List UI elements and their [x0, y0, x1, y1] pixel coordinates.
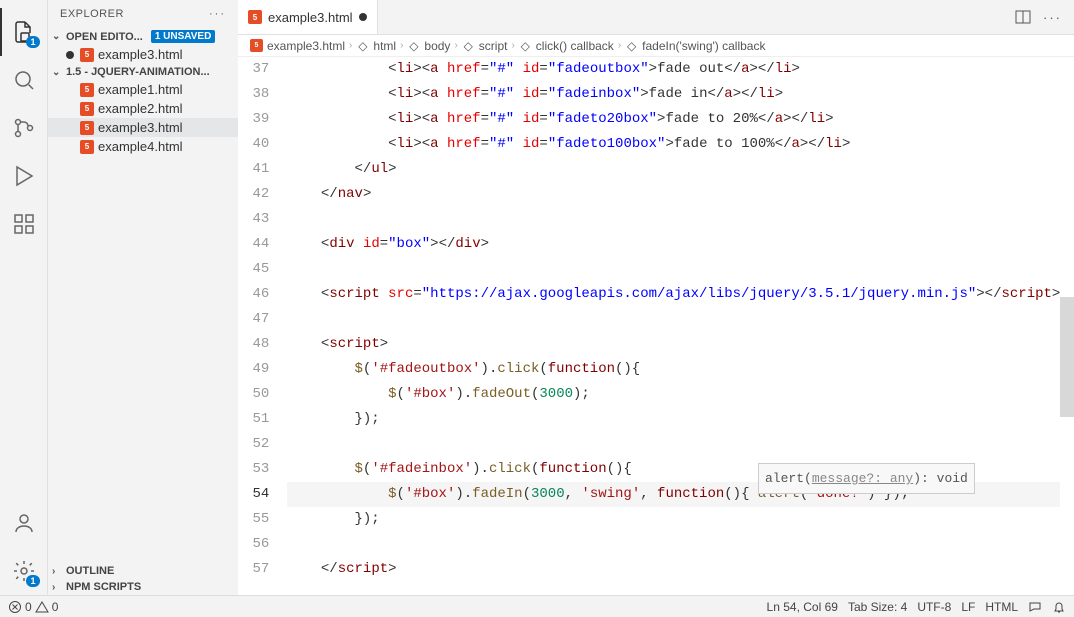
- eol-status[interactable]: LF: [961, 600, 975, 614]
- chevron-right-icon: ›: [52, 566, 62, 577]
- accounts-icon[interactable]: [0, 499, 48, 547]
- editor-area: 5 example3.html ··· 5example3.html ›◇htm…: [238, 0, 1074, 595]
- html-file-icon: 5: [80, 83, 94, 97]
- sidebar-title: EXPLORER: [60, 8, 124, 20]
- indentation-status[interactable]: Tab Size: 4: [848, 600, 907, 614]
- unsaved-badge: 1 UNSAVED: [151, 30, 216, 43]
- breadcrumbs[interactable]: 5example3.html ›◇html ›◇body ›◇script ›◇…: [238, 35, 1074, 57]
- minimap[interactable]: [1060, 57, 1074, 595]
- split-editor-icon[interactable]: [1015, 9, 1031, 25]
- run-debug-icon[interactable]: [0, 152, 48, 200]
- chevron-down-icon: ⌄: [52, 31, 62, 42]
- explorer-sidebar: EXPLORER ··· ⌄ OPEN EDITO... 1 UNSAVED 5…: [48, 0, 238, 595]
- more-icon[interactable]: ···: [209, 8, 226, 20]
- symbol-icon: ◇: [519, 39, 532, 52]
- file-item[interactable]: 5example3.html: [48, 118, 238, 137]
- activity-bar: 1 1: [0, 0, 48, 595]
- settings-icon[interactable]: 1: [0, 547, 48, 595]
- encoding-status[interactable]: UTF-8: [917, 600, 951, 614]
- dirty-dot-icon: [66, 51, 74, 59]
- symbol-icon: ◇: [462, 39, 475, 52]
- source-control-icon[interactable]: [0, 104, 48, 152]
- symbol-icon: ◇: [407, 39, 420, 52]
- explorer-badge: 1: [26, 36, 39, 48]
- outline-section[interactable]: ›OUTLINE: [48, 563, 238, 579]
- folder-section[interactable]: ⌄ 1.5 - JQUERY-ANIMATION...: [48, 64, 238, 80]
- settings-badge: 1: [26, 575, 39, 587]
- html-file-icon: 5: [250, 39, 263, 52]
- npm-scripts-section[interactable]: ›NPM SCRIPTS: [48, 579, 238, 595]
- html-file-icon: 5: [80, 140, 94, 154]
- explorer-icon[interactable]: 1: [0, 8, 48, 56]
- cursor-position[interactable]: Ln 54, Col 69: [767, 600, 838, 614]
- editor-tab[interactable]: 5 example3.html: [238, 0, 378, 34]
- symbol-icon: ◇: [625, 39, 638, 52]
- problems-status[interactable]: 0 0: [8, 600, 58, 614]
- html-file-icon: 5: [248, 10, 262, 24]
- dirty-dot-icon: [359, 13, 367, 21]
- file-item[interactable]: 5example1.html: [48, 80, 238, 99]
- search-icon[interactable]: [0, 56, 48, 104]
- code-editor[interactable]: 3738394041424344454647484950515253545556…: [238, 57, 1074, 595]
- extensions-icon[interactable]: [0, 200, 48, 248]
- html-file-icon: 5: [80, 102, 94, 116]
- signature-help: alert(message?: any): void: [758, 463, 975, 494]
- language-status[interactable]: HTML: [985, 600, 1018, 614]
- open-editors-section[interactable]: ⌄ OPEN EDITO... 1 UNSAVED: [48, 28, 238, 45]
- tab-bar: 5 example3.html ···: [238, 0, 1074, 35]
- open-editor-item[interactable]: 5 example3.html: [48, 45, 238, 64]
- file-item[interactable]: 5example4.html: [48, 137, 238, 156]
- more-icon[interactable]: ···: [1043, 10, 1062, 25]
- symbol-icon: ◇: [356, 39, 369, 52]
- line-gutter: 3738394041424344454647484950515253545556…: [238, 57, 287, 595]
- chevron-down-icon: ⌄: [52, 67, 62, 78]
- chevron-right-icon: ›: [52, 582, 62, 593]
- file-item[interactable]: 5example2.html: [48, 99, 238, 118]
- status-bar: 0 0 Ln 54, Col 69 Tab Size: 4 UTF-8 LF H…: [0, 595, 1074, 617]
- notifications-icon[interactable]: [1052, 600, 1066, 614]
- html-file-icon: 5: [80, 121, 94, 135]
- feedback-icon[interactable]: [1028, 600, 1042, 614]
- html-file-icon: 5: [80, 48, 94, 62]
